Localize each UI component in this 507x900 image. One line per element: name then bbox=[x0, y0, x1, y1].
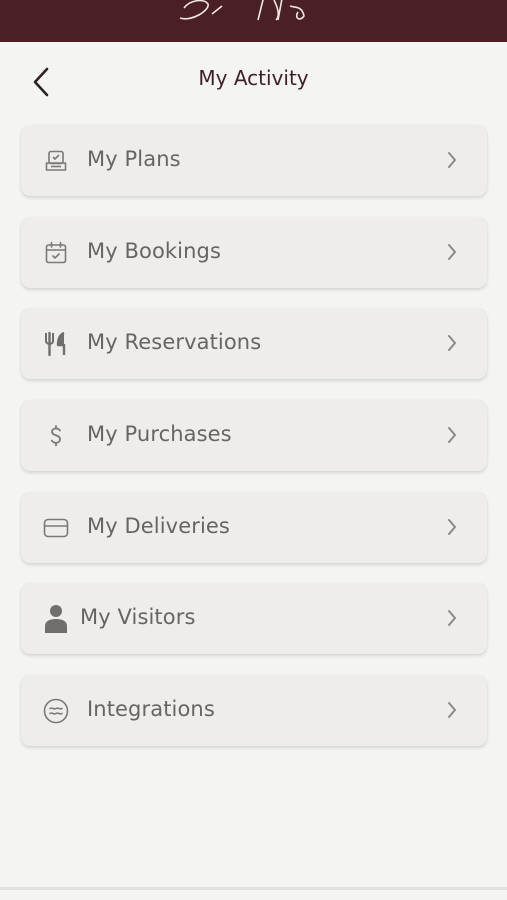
menu-item-my-bookings[interactable]: My Bookings bbox=[21, 216, 487, 288]
menu-item-my-purchases[interactable]: My Purchases bbox=[21, 400, 487, 472]
menu-item-integrations[interactable]: Integrations bbox=[21, 675, 487, 747]
activity-menu: My Plans My Bookings My Reservations My … bbox=[21, 125, 487, 767]
chevron-right-icon bbox=[448, 610, 456, 627]
page-header: My Activity bbox=[0, 42, 507, 120]
menu-item-label: My Purchases bbox=[87, 422, 232, 447]
bottom-divider bbox=[0, 887, 507, 890]
chevron-right-icon bbox=[448, 702, 456, 719]
page-title: My Activity bbox=[198, 66, 309, 90]
top-bar bbox=[0, 0, 507, 42]
chevron-right-icon bbox=[448, 152, 456, 168]
menu-item-label: Integrations bbox=[87, 697, 215, 722]
menu-item-label: My Visitors bbox=[80, 605, 196, 630]
calendar-check-icon bbox=[43, 240, 69, 266]
chevron-right-icon bbox=[448, 243, 456, 260]
dollar-icon bbox=[43, 423, 69, 449]
menu-item-label: My Bookings bbox=[87, 238, 222, 263]
menu-item-my-visitors[interactable]: My Visitors bbox=[21, 583, 487, 655]
menu-item-label: My Deliveries bbox=[87, 513, 230, 538]
brand-logo bbox=[179, 0, 305, 21]
menu-item-my-deliveries[interactable]: My Deliveries bbox=[21, 491, 487, 563]
menu-item-my-plans[interactable]: My Plans bbox=[21, 125, 487, 196]
integration-circle-icon bbox=[43, 698, 69, 724]
chevron-right-icon bbox=[448, 518, 456, 535]
envelope-box-icon bbox=[43, 515, 69, 541]
plan-tray-icon bbox=[43, 148, 69, 174]
person-icon bbox=[43, 605, 69, 634]
menu-item-my-reservations[interactable]: My Reservations bbox=[21, 308, 487, 380]
menu-item-label: My Plans bbox=[87, 147, 181, 171]
chevron-right-icon bbox=[448, 335, 456, 352]
menu-item-label: My Reservations bbox=[87, 330, 262, 355]
chevron-right-icon bbox=[448, 427, 456, 444]
fork-knife-icon bbox=[43, 331, 69, 357]
